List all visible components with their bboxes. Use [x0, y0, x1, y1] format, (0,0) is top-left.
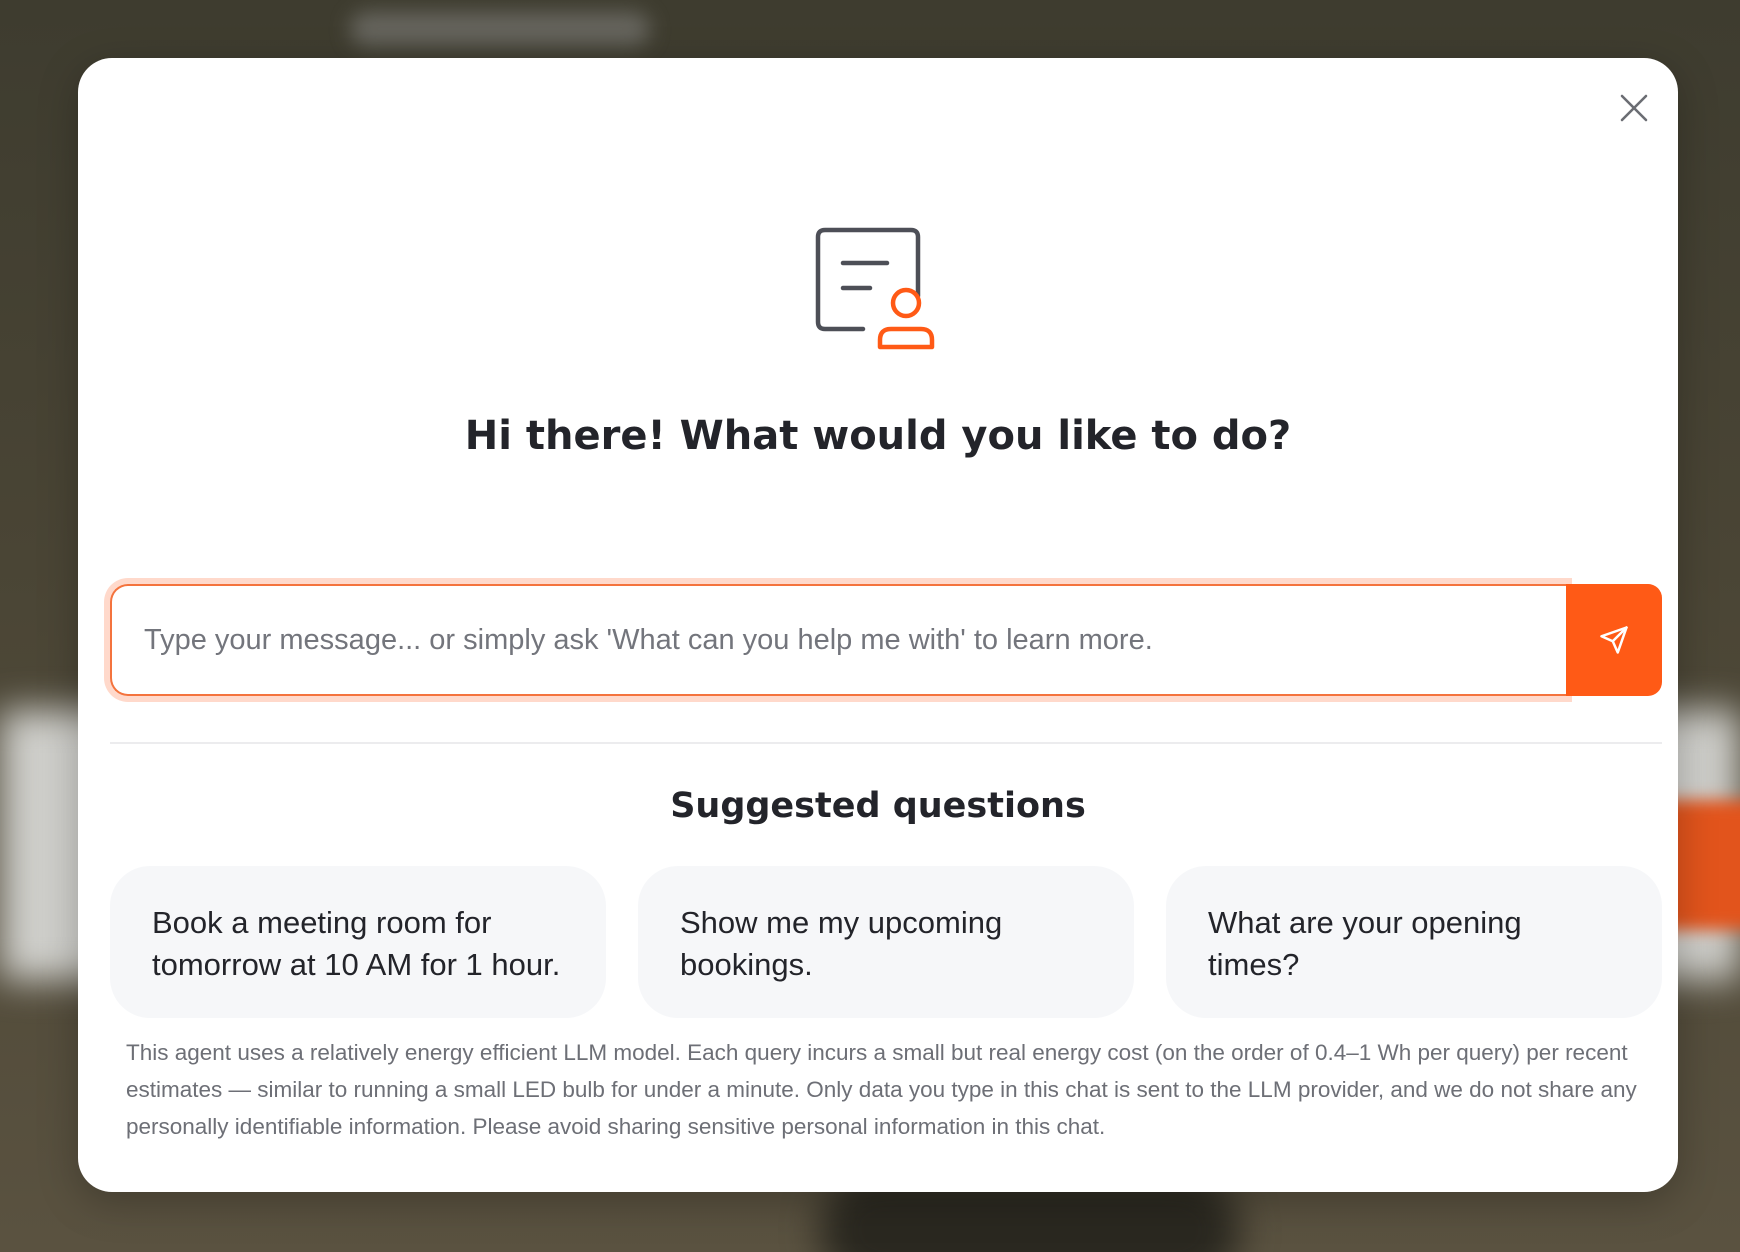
page-title: Hi there! What would you like to do?	[464, 413, 1292, 459]
suggested-questions-list: Book a meeting room for tomorrow at 10 A…	[110, 866, 1666, 1018]
close-icon	[1620, 94, 1648, 122]
message-composer	[110, 584, 1666, 696]
divider	[110, 742, 1662, 744]
assistant-modal: Hi there! What would you like to do? Sug…	[78, 58, 1678, 1192]
energy-privacy-disclaimer: This agent uses a relatively energy effi…	[126, 1040, 1637, 1139]
send-icon	[1600, 626, 1628, 654]
suggestion-book-meeting-room[interactable]: Book a meeting room for tomorrow at 10 A…	[110, 866, 606, 1018]
suggestion-opening-times[interactable]: What are your opening times?	[1166, 866, 1662, 1018]
suggestion-upcoming-bookings[interactable]: Show me my upcoming bookings.	[638, 866, 1134, 1018]
send-button[interactable]	[1566, 584, 1662, 696]
background-blur-shape	[350, 12, 650, 46]
suggested-questions-heading: Suggested questions	[670, 786, 1086, 826]
close-button[interactable]	[1610, 84, 1658, 132]
agent-profile-icon	[810, 223, 950, 363]
message-input[interactable]	[110, 584, 1566, 696]
